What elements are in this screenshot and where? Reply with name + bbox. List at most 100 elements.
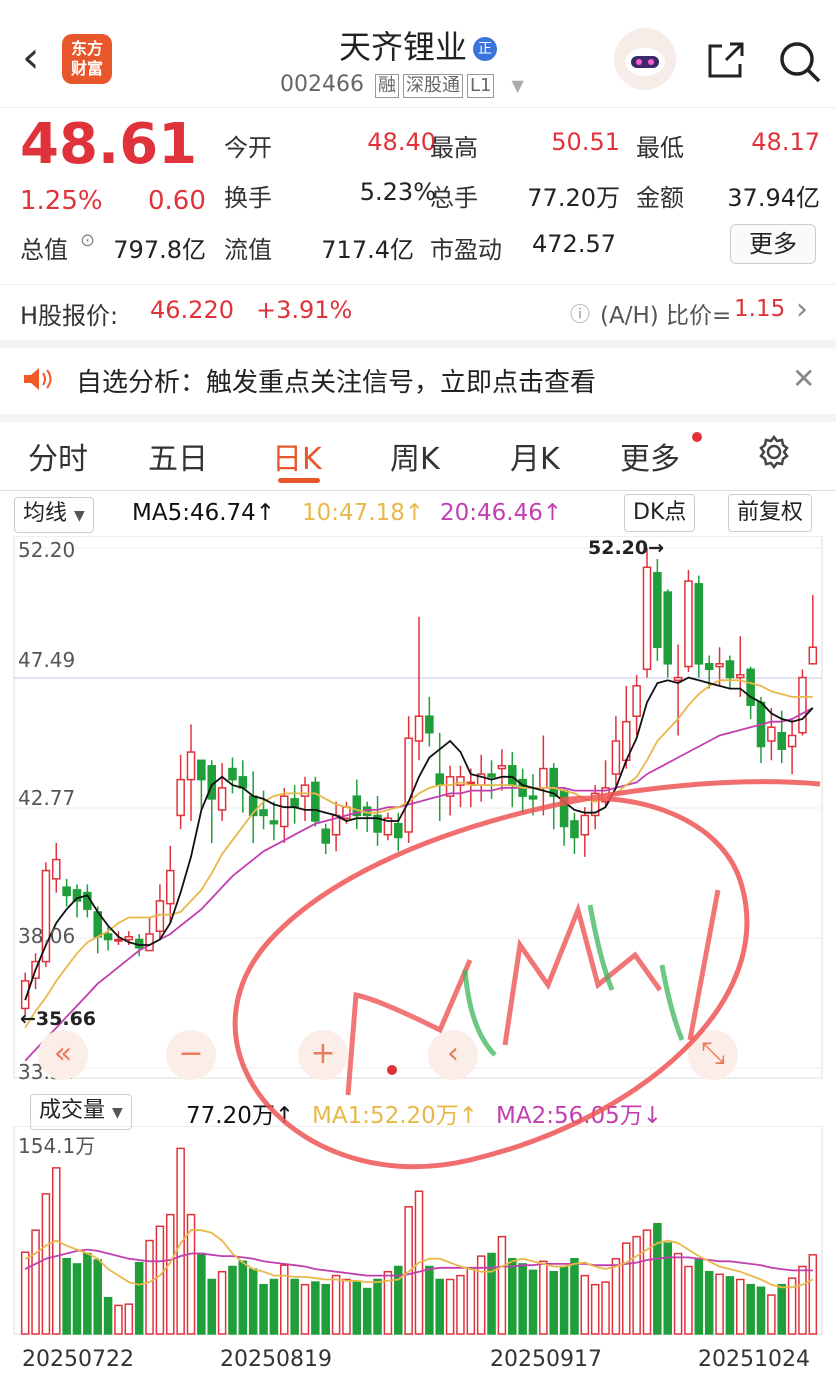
active-tab-indicator	[278, 478, 320, 483]
candle-body	[497, 765, 507, 770]
candle-body	[570, 820, 579, 839]
tab-daily-k[interactable]: 日K	[272, 434, 322, 478]
quote-value: 37.94亿	[727, 184, 820, 212]
search-icon[interactable]	[778, 40, 822, 84]
candle-body	[580, 814, 590, 836]
volume-bar	[435, 1278, 445, 1335]
more-quote-button[interactable]: 更多	[730, 224, 816, 264]
scroll-left-icon[interactable]: ‹	[428, 1030, 478, 1080]
candle-body	[653, 572, 662, 649]
volume-bar	[269, 1278, 279, 1335]
volume-bar	[735, 1278, 745, 1335]
quote-value: 472.57	[532, 230, 616, 258]
chevron-right-icon[interactable]: ›	[796, 292, 808, 327]
tab-weekly-k[interactable]: 周K	[390, 434, 440, 478]
dk-point-button[interactable]: DK点	[624, 494, 696, 532]
candle-body	[808, 646, 818, 665]
candle-body	[694, 583, 704, 665]
candlestick-chart[interactable]	[0, 536, 836, 1086]
quote-value: 5.23%	[359, 178, 436, 206]
y-tick-1: 47.49	[18, 648, 76, 672]
speaker-icon	[24, 368, 52, 390]
volume-select[interactable]: 成交量 ▼	[30, 1094, 132, 1130]
zoom-in-icon[interactable]: +	[298, 1030, 348, 1080]
fullscreen-icon[interactable]: ⤡	[688, 1030, 738, 1080]
share-icon[interactable]	[706, 40, 746, 80]
volume-bar	[228, 1265, 237, 1335]
volume-bar	[114, 1304, 123, 1335]
volume-bar	[808, 1254, 818, 1335]
tab-more[interactable]: 更多	[620, 434, 680, 478]
y-tick-2: 42.77	[18, 786, 76, 810]
adjust-mode-button[interactable]: 前复权	[728, 494, 813, 532]
volume-bar	[103, 1296, 113, 1335]
candle-body	[673, 676, 683, 682]
assistant-robot-icon[interactable]	[614, 28, 676, 90]
notice-text[interactable]: 自选分析：触发重点关注信号，立即点击查看	[76, 362, 596, 399]
volume-bar	[570, 1257, 579, 1335]
candle-body	[735, 674, 745, 679]
high-marker: 52.20→	[588, 537, 665, 559]
volume-bar	[259, 1283, 268, 1335]
volume-bar	[632, 1235, 641, 1335]
candle-body	[311, 781, 320, 822]
candle-body	[197, 759, 206, 781]
ma20-line	[24, 707, 814, 1062]
volume-bar	[72, 1263, 82, 1335]
volume-bar	[311, 1281, 320, 1335]
settings-gear-icon[interactable]	[756, 434, 792, 470]
quote-value: 50.51	[551, 128, 620, 156]
candle-body	[217, 787, 227, 811]
candle-body	[228, 767, 237, 781]
candle-body	[404, 737, 413, 833]
volume-bar	[155, 1225, 165, 1335]
volume-bar	[207, 1278, 217, 1335]
volume-bar	[342, 1278, 351, 1335]
scroll-left-fast-icon[interactable]: «	[38, 1030, 88, 1080]
volume-bar	[528, 1269, 538, 1335]
volume-bar	[31, 1229, 40, 1335]
stock-name: 天齐锂业	[338, 28, 467, 66]
close-icon[interactable]: ✕	[792, 362, 815, 395]
tab-intraday[interactable]: 分时	[28, 434, 88, 478]
date-tick-3: 20251024	[698, 1347, 810, 1372]
candle-body	[746, 668, 755, 706]
quote-label: 今开	[224, 134, 272, 162]
tab-five-day[interactable]: 五日	[148, 434, 208, 478]
candle-body	[611, 740, 621, 775]
candle-body	[279, 795, 289, 828]
volume-bar	[362, 1287, 372, 1335]
volume-bar	[590, 1283, 600, 1335]
candle-body	[145, 933, 154, 952]
quote-value: 717.4亿	[321, 236, 414, 264]
volume-bar	[51, 1167, 61, 1335]
candle-body	[425, 715, 434, 734]
volume-chart[interactable]	[0, 1126, 836, 1338]
info-icon[interactable]: ⊙	[80, 230, 95, 251]
candle-body	[777, 731, 787, 751]
indicator-select[interactable]: 均线 ▼	[14, 497, 94, 533]
help-icon[interactable]: ⓘ	[570, 298, 590, 327]
tab-monthly-k[interactable]: 月K	[510, 434, 560, 478]
date-tick-0: 20250722	[22, 1347, 134, 1372]
volume-bar	[124, 1303, 134, 1335]
tag-margin: 融	[374, 74, 399, 98]
volume-bar	[746, 1283, 755, 1335]
code-dropdown-icon[interactable]: ▼	[511, 76, 523, 95]
date-tick-2: 20250917	[490, 1347, 602, 1372]
volume-bar	[20, 1251, 30, 1335]
tag-level: L1	[466, 74, 495, 98]
volume-bar	[217, 1270, 227, 1335]
volume-bar	[507, 1257, 517, 1335]
ma10-readout: 10:47.18↑	[302, 500, 425, 526]
volume-bar	[798, 1265, 807, 1335]
candle-body	[559, 789, 569, 828]
volume-bar	[456, 1274, 465, 1335]
volume-bar	[642, 1229, 652, 1335]
volume-bar	[559, 1265, 569, 1335]
volume-bar	[62, 1257, 71, 1335]
hshare-price: 46.220	[150, 296, 234, 324]
volume-bar	[373, 1278, 382, 1335]
volume-bar	[352, 1281, 362, 1335]
zoom-out-icon[interactable]: −	[166, 1030, 216, 1080]
